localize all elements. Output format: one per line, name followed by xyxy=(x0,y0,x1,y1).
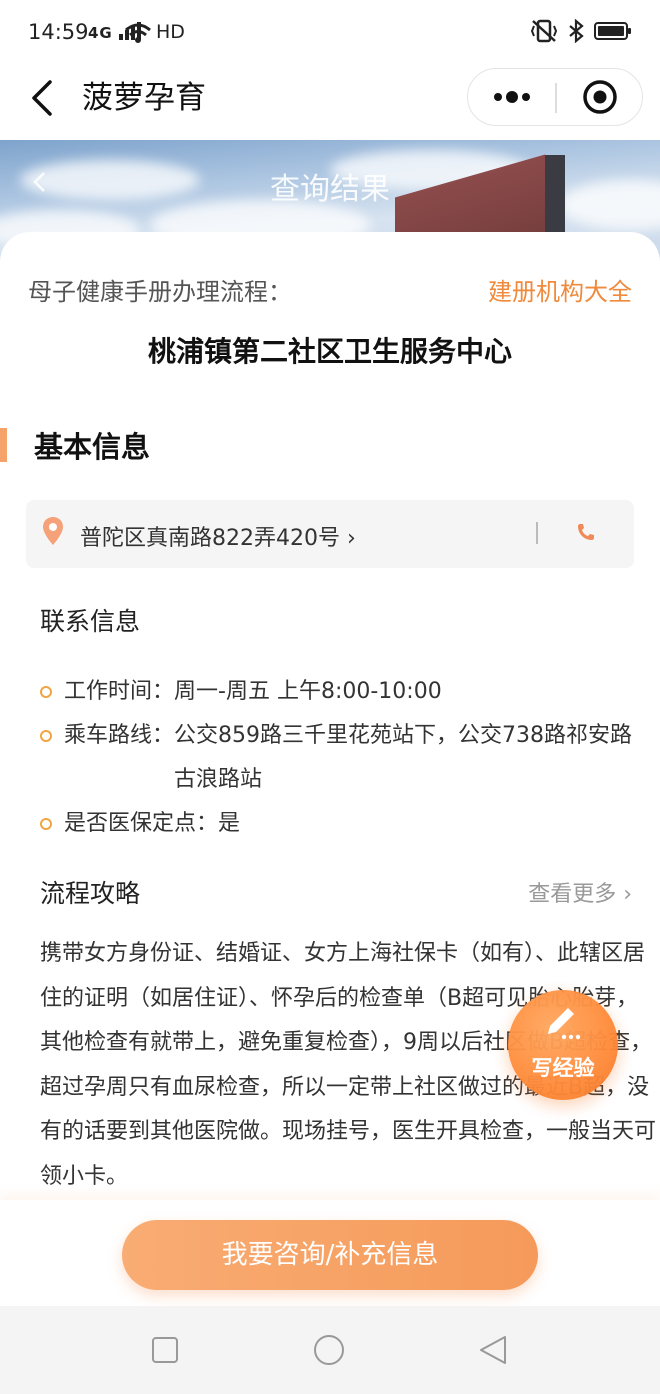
center-name: 桃浦镇第二社区卫生服务中心 xyxy=(147,335,512,368)
handbook-process-label: 母子健康手册办理流程： xyxy=(28,278,292,306)
consult-button[interactable]: 我要咨询/补充信息 xyxy=(122,1220,538,1290)
info-label: 工作时间： xyxy=(64,679,175,704)
mini-program-capsule xyxy=(467,68,643,126)
vibrate-icon xyxy=(530,19,558,43)
battery-icon xyxy=(594,22,631,40)
section-accent-bar xyxy=(0,428,7,462)
bullet-icon xyxy=(40,818,52,830)
network-type: 4G xyxy=(88,24,113,42)
address-row[interactable]: 普陀区真南路822弄420号 › xyxy=(26,500,634,568)
more-button[interactable] xyxy=(468,69,556,125)
close-button[interactable] xyxy=(557,69,643,125)
address-text: 普陀区真南路822弄420号 › xyxy=(80,526,356,551)
target-close-icon xyxy=(583,80,617,114)
status-time: 14:59 xyxy=(28,20,89,44)
info-value: 公交859路三千里花苑站下，公交738路祁安路古浪路站 xyxy=(174,723,632,792)
list-item: 是否医保定点：是 xyxy=(40,802,650,846)
list-item: 乘车路线： 公交859路三千里花苑站下，公交738路祁安路古浪路站 xyxy=(40,714,650,802)
phone-icon[interactable] xyxy=(576,522,596,542)
hd-indicator: HD xyxy=(156,21,185,43)
fab-label: 写经验 xyxy=(531,1056,595,1080)
back-button[interactable] xyxy=(24,78,64,118)
nav-bar: 菠萝孕育 xyxy=(0,66,660,140)
info-label: 是否医保定点： xyxy=(64,811,219,836)
institution-directory-link[interactable]: 建册机构大全 xyxy=(488,272,632,307)
write-experience-button[interactable]: 写经验 xyxy=(508,990,618,1100)
bullet-icon xyxy=(40,730,52,742)
address-divider xyxy=(536,522,538,544)
home-icon[interactable] xyxy=(313,1334,345,1366)
app-title: 菠萝孕育 xyxy=(82,80,206,116)
more-dots-icon xyxy=(494,91,530,103)
wifi-icon xyxy=(125,23,151,43)
list-item: 工作时间：周一-周五 上午8:00-10:00 xyxy=(40,670,650,714)
info-value: 是 xyxy=(218,811,241,836)
pencil-icon xyxy=(548,1008,581,1040)
contact-info-title: 联系信息 xyxy=(40,607,141,636)
status-bar: 14:59 4G HD xyxy=(0,0,660,66)
see-more-link[interactable]: 查看更多 › xyxy=(528,876,632,908)
system-nav-bar xyxy=(0,1306,660,1394)
page-title: 查询结果 xyxy=(270,172,390,207)
bottom-action-bar: 我要咨询/补充信息 xyxy=(0,1200,660,1306)
bullet-icon xyxy=(40,686,52,698)
info-value: 周一-周五 上午8:00-10:00 xyxy=(174,679,442,704)
back-triangle-icon[interactable] xyxy=(477,1334,509,1366)
bluetooth-icon xyxy=(569,19,584,43)
location-pin-icon xyxy=(43,517,63,545)
contact-info-list: 工作时间：周一-周五 上午8:00-10:00 乘车路线： 公交859路三千里花苑… xyxy=(40,670,650,846)
chevron-left-icon xyxy=(32,80,52,116)
section-title-basic-info: 基本信息 xyxy=(34,430,151,464)
guide-title: 流程攻略 xyxy=(40,879,141,908)
info-label: 乘车路线： xyxy=(64,723,175,748)
recent-apps-icon[interactable] xyxy=(149,1334,181,1366)
status-right xyxy=(530,16,632,46)
